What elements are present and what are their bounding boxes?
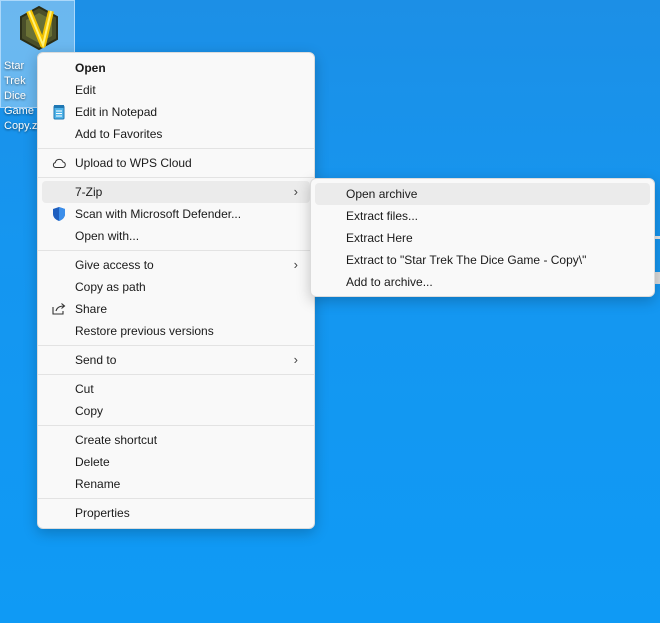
menu-item-restore-versions[interactable]: Restore previous versions [42,320,310,342]
menu-item-give-access[interactable]: Give access to › [42,254,310,276]
menu-item-upload-wps[interactable]: Upload to WPS Cloud [42,152,310,174]
chevron-right-icon: › [293,184,298,199]
menu-item-open-with[interactable]: Open with... [42,225,310,247]
separator [38,148,314,149]
menu-item-delete[interactable]: Delete [42,451,310,473]
menu-item-open[interactable]: Open [42,57,310,79]
zip-archive-icon [20,5,58,51]
submenu-item-extract-here[interactable]: Extract Here [315,227,650,249]
separator [38,374,314,375]
separator [38,425,314,426]
submenu-item-open-archive[interactable]: Open archive [315,183,650,205]
submenu-item-add-archive[interactable]: Add to archive... [315,271,650,293]
shield-icon [53,207,65,221]
menu-item-copy-path[interactable]: Copy as path [42,276,310,298]
chevron-right-icon: › [293,352,298,367]
7zip-submenu: Open archive Extract files... Extract He… [310,178,655,297]
separator [38,177,314,178]
menu-item-edit-notepad[interactable]: Edit in Notepad [42,101,310,123]
submenu-item-extract-files[interactable]: Extract files... [315,205,650,227]
share-icon [52,303,66,315]
cloud-icon [52,158,66,168]
separator [38,345,314,346]
menu-item-send-to[interactable]: Send to › [42,349,310,371]
menu-item-share[interactable]: Share [42,298,310,320]
context-menu: Open Edit Edit in Notepad Add to Favorit… [37,52,315,529]
separator [38,498,314,499]
submenu-item-extract-to[interactable]: Extract to "Star Trek The Dice Game - Co… [315,249,650,271]
menu-item-properties[interactable]: Properties [42,502,310,524]
menu-item-copy[interactable]: Copy [42,400,310,422]
menu-item-scan-defender[interactable]: Scan with Microsoft Defender... [42,203,310,225]
chevron-right-icon: › [293,257,298,272]
menu-item-create-shortcut[interactable]: Create shortcut [42,429,310,451]
menu-item-edit[interactable]: Edit [42,79,310,101]
menu-item-rename[interactable]: Rename [42,473,310,495]
menu-item-7zip[interactable]: 7-Zip › [42,181,310,203]
separator [38,250,314,251]
notepad-icon [53,105,65,120]
menu-item-cut[interactable]: Cut [42,378,310,400]
menu-item-add-favorites[interactable]: Add to Favorites [42,123,310,145]
